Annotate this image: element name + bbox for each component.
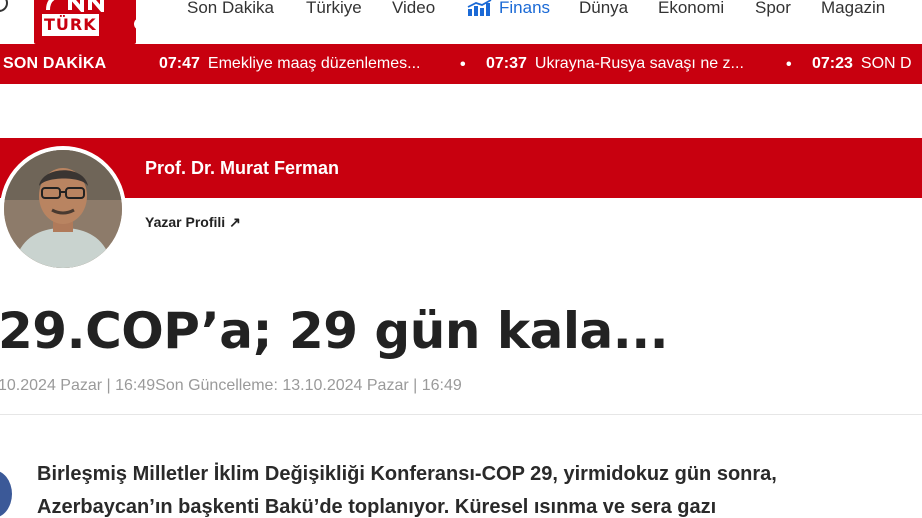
ticker-text: Ukrayna-Rusya savaşı ne z... [534,55,744,72]
article-lead-line: Birleşmiş Milletler İklim Değişikliği Ko… [37,463,777,485]
article-lead: Birleşmiş Milletler İklim Değişikliği Ko… [37,458,922,518]
finance-chart-icon [467,0,492,16]
top-navigation: TÜRK com Son Dakika Türkiye Video Finans… [0,0,922,44]
site-logo[interactable]: TÜRK com [34,0,155,44]
ticker-item[interactable]: 07:47 Emekliye maaş düzenlemes... [159,55,420,73]
nav-turkiye[interactable]: Türkiye [306,0,362,16]
arrow-up-right-icon: ↗ [229,214,241,230]
author-photo [4,150,122,268]
author-profile-label: Yazar Profili [145,214,226,230]
search-icon[interactable] [0,0,8,12]
cnn-logo-icon [46,0,104,12]
ticker-text: SON D [860,55,912,72]
ticker-time: 07:47 [159,55,200,72]
nav-video[interactable]: Video [392,0,435,16]
nav-dunya[interactable]: Dünya [579,0,628,16]
ticker-separator: • [786,56,792,73]
nav-spor[interactable]: Spor [755,0,791,16]
author-banner [0,138,922,198]
author-name[interactable]: Prof. Dr. Murat Ferman [145,158,339,179]
article-lead-line: Azerbaycan’ın başkenti Bakü’de toplanıyo… [37,496,717,518]
ticker-time: 07:37 [486,55,527,72]
ticker-item[interactable]: 07:37 Ukrayna-Rusya savaşı ne z... [486,55,744,73]
nav-finans[interactable]: Finans [499,0,550,16]
logo-dot [134,18,146,30]
nav-magazin[interactable]: Magazin [821,0,885,16]
logo-com-text: com [146,0,155,13]
ticker-separator: • [460,56,466,73]
ticker-text: Emekliye maaş düzenlemes... [207,55,421,72]
breaking-news-label: SON DAKİKA [3,55,107,72]
article-dates: 10.2024 Pazar | 16:49Son Güncelleme: 13.… [0,377,462,394]
ticker-item[interactable]: 07:23 SON D [812,55,912,73]
ticker-time: 07:23 [812,55,853,72]
divider [0,414,922,415]
author-avatar[interactable] [0,146,126,272]
logo-turk-text: TÜRK [42,14,99,36]
author-profile-link[interactable]: Yazar Profili ↗ [145,214,241,231]
facebook-share-icon[interactable] [0,470,12,518]
nav-son-dakika[interactable]: Son Dakika [187,0,274,16]
article-title: 29.COP’a; 29 gün kala... [0,302,669,360]
nav-ekonomi[interactable]: Ekonomi [658,0,724,16]
breaking-news-bar: SON DAKİKA 07:47 Emekliye maaş düzenlemes… [0,44,922,84]
